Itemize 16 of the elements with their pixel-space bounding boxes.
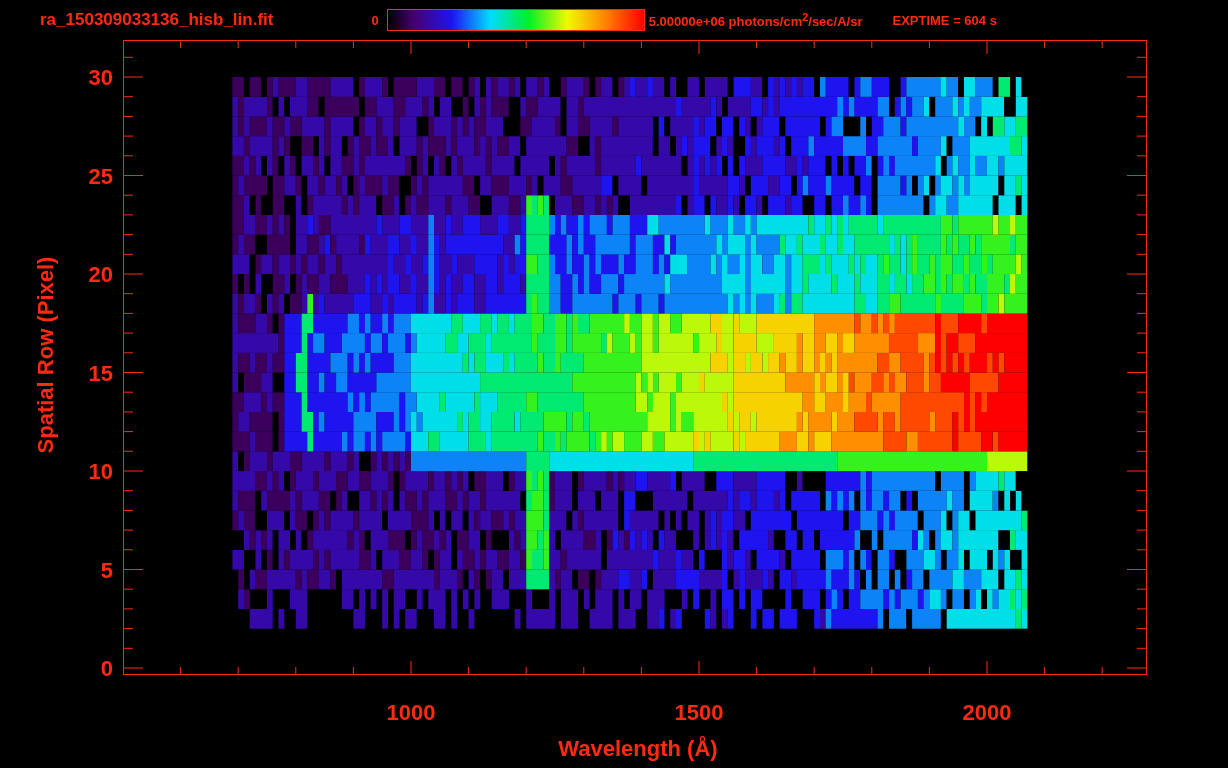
y-tick-label: 25 bbox=[88, 163, 113, 190]
colorbar-min-label: 0 bbox=[371, 12, 379, 28]
x-tick-label: 1500 bbox=[674, 700, 724, 726]
x-tick-label: 2000 bbox=[962, 700, 1012, 726]
y-tick-label: 20 bbox=[88, 262, 113, 288]
exposure-time: EXPTIME = 604 s bbox=[892, 12, 997, 28]
colorbar-max-label: 5.00000e+06 photons/cm$^{2}$/sec/A/sr bbox=[648, 10, 863, 30]
y-tick-label: 5 bbox=[100, 557, 113, 584]
y-tick-label: 0 bbox=[100, 656, 113, 682]
y-tick-label: 15 bbox=[88, 360, 113, 387]
y-tick-label: 30 bbox=[88, 65, 113, 91]
x-axis-label: Wavelength (Å) bbox=[558, 736, 718, 762]
x-tick-label: 1000 bbox=[386, 700, 436, 726]
file-title: ra_150309033136_hisb_lin.fit bbox=[40, 10, 274, 30]
y-tick-label: 10 bbox=[88, 459, 113, 485]
y-axis-label: Spatial Row (Pixel) bbox=[33, 256, 59, 454]
